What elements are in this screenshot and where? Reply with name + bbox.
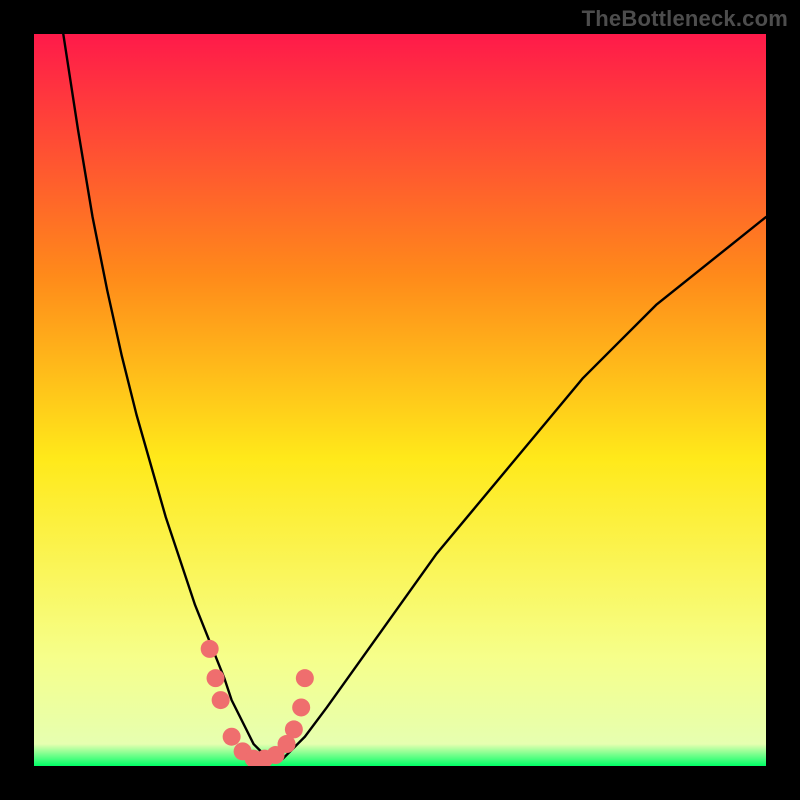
data-marker — [201, 640, 219, 658]
plot-area — [34, 34, 766, 766]
data-marker — [212, 691, 230, 709]
data-marker — [292, 698, 310, 716]
watermark-text: TheBottleneck.com — [582, 6, 788, 32]
data-marker — [207, 669, 225, 687]
data-marker — [285, 720, 303, 738]
data-marker — [223, 728, 241, 746]
data-marker — [296, 669, 314, 687]
gradient-background — [34, 34, 766, 766]
chart-frame: TheBottleneck.com — [0, 0, 800, 800]
bottleneck-chart-svg — [34, 34, 766, 766]
